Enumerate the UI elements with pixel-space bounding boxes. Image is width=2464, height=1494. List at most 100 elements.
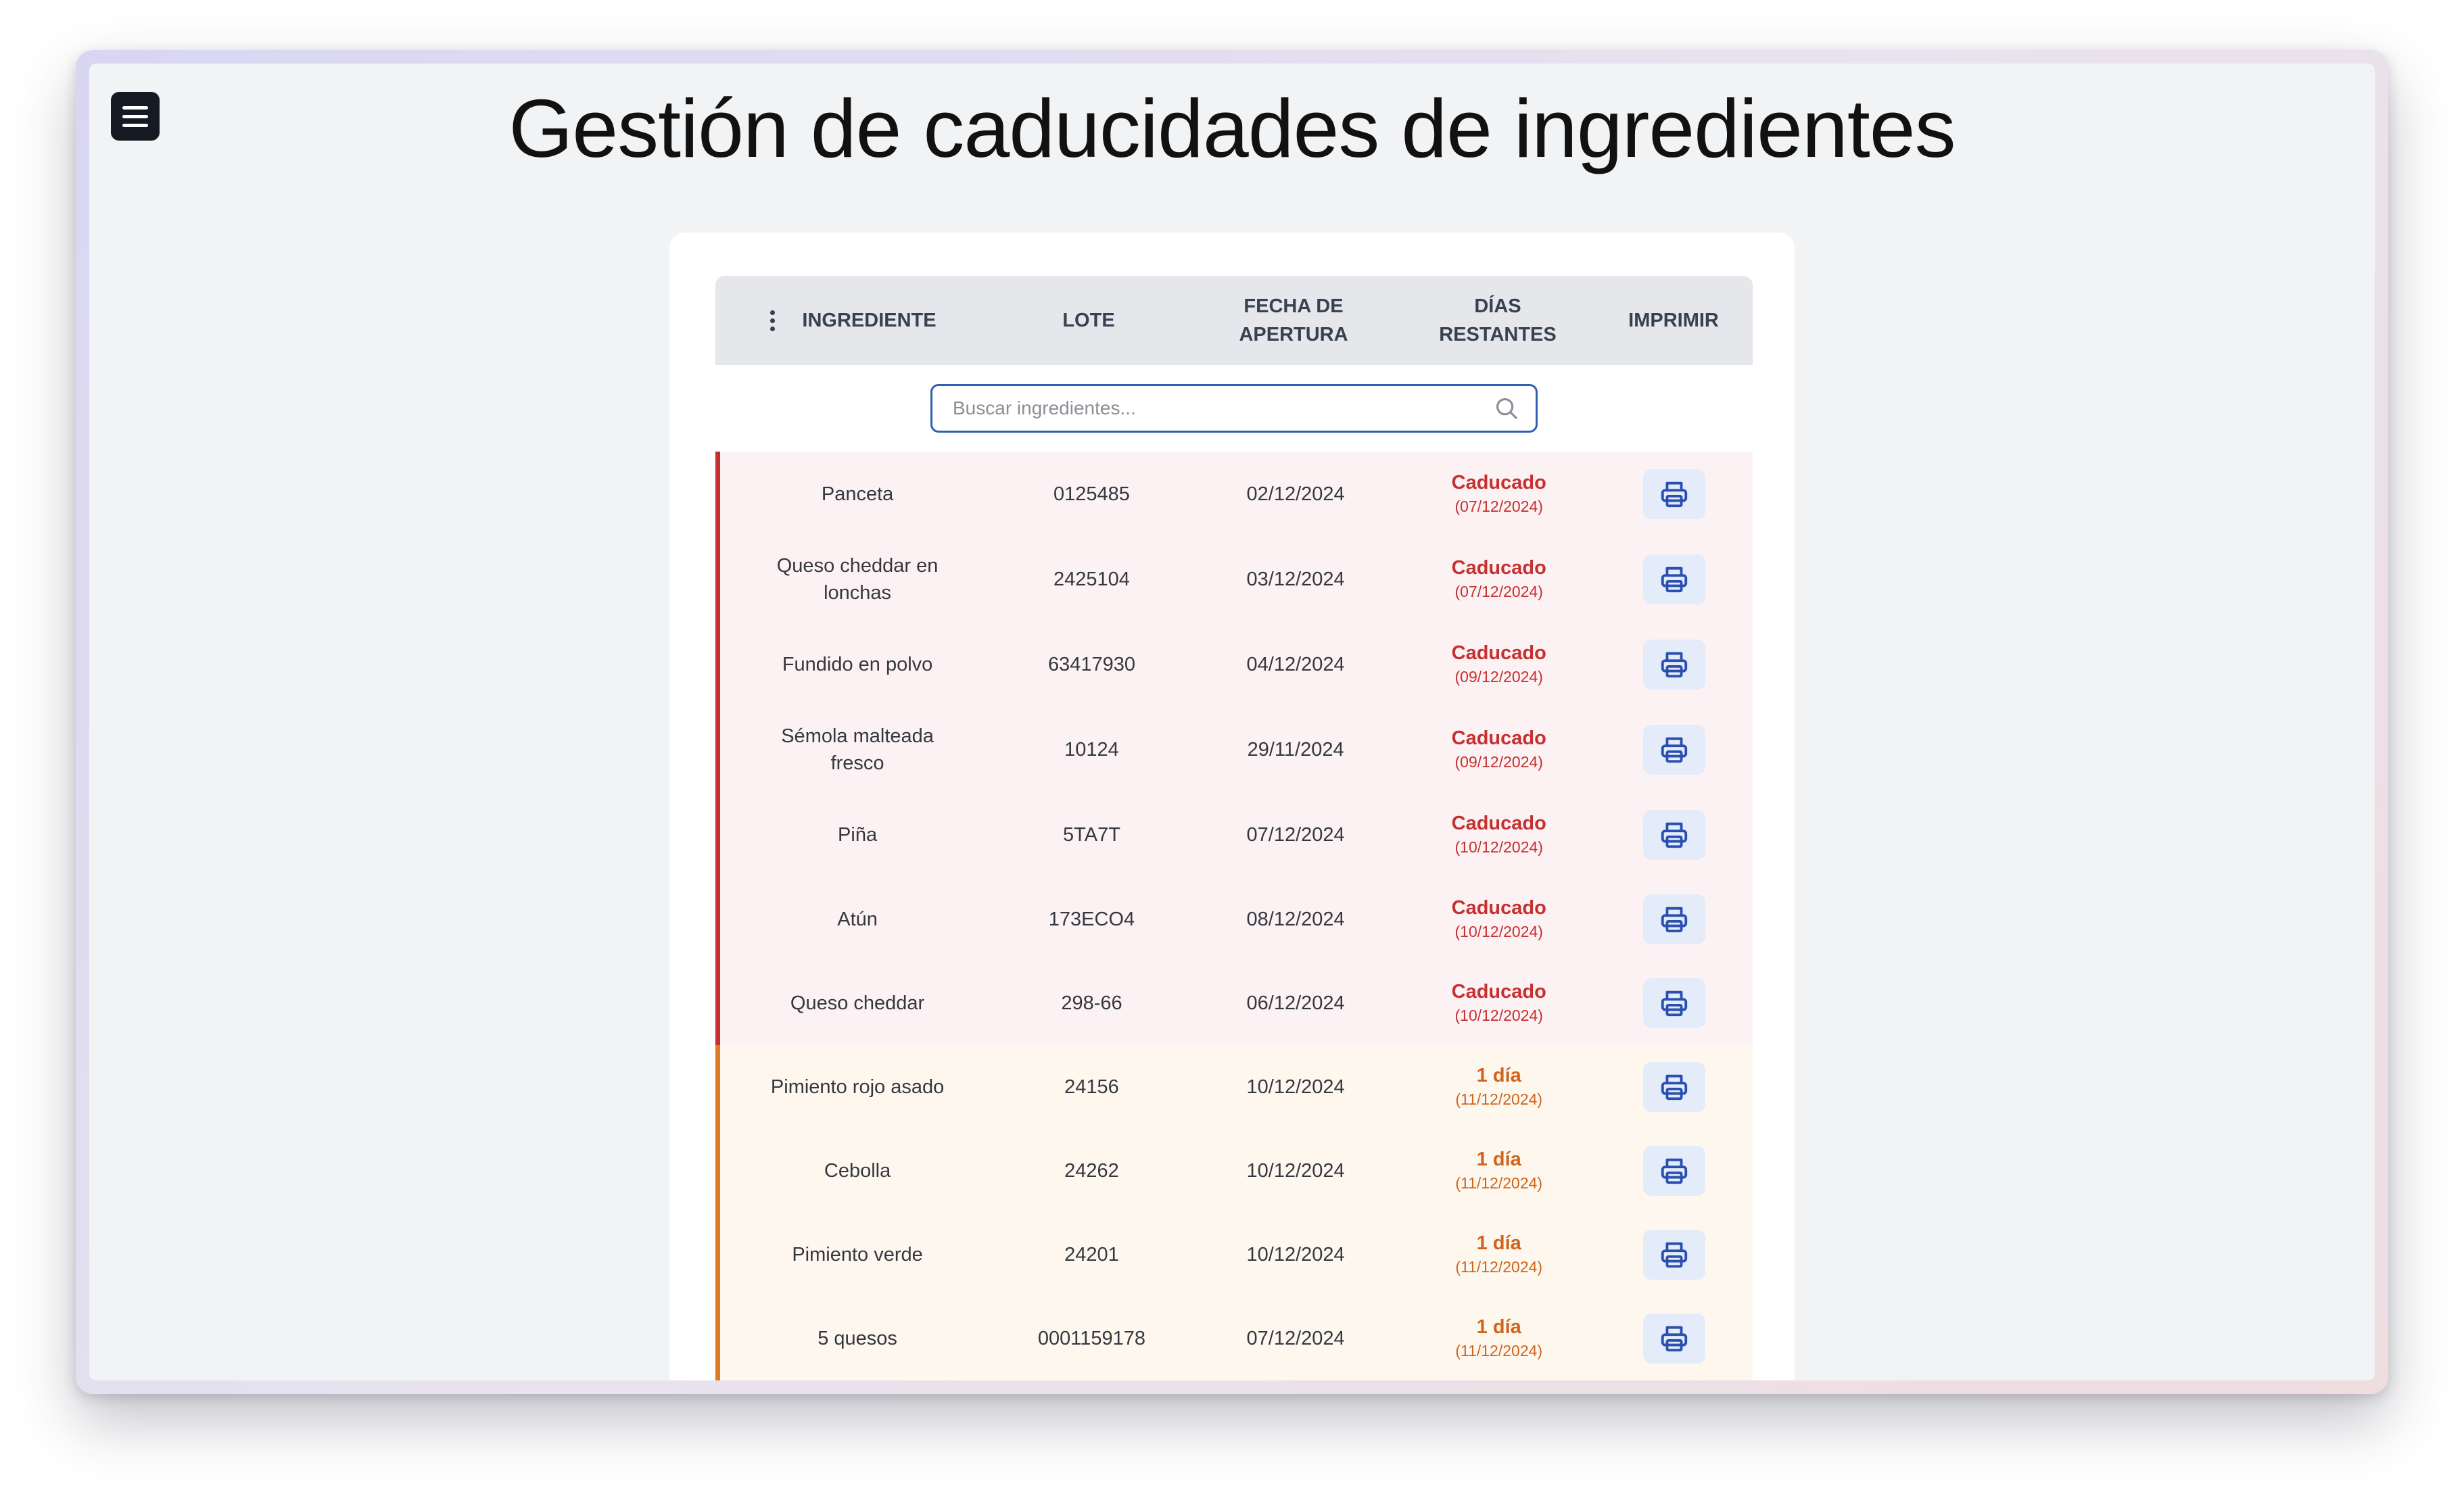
cell-lote: 173ECO4 — [1048, 909, 1135, 930]
cell-ingrediente: Pimiento verde — [720, 1241, 995, 1268]
cell-lote: 10124 — [1064, 739, 1119, 761]
expiry-date: (11/12/2024) — [1455, 1342, 1543, 1359]
cell-fecha-apertura: 29/11/2024 — [1247, 739, 1344, 761]
cell-dias-restantes: 1 día (11/12/2024) — [1402, 1315, 1595, 1362]
cell-fecha-apertura: 02/12/2024 — [1246, 483, 1345, 505]
printer-icon — [1661, 737, 1687, 763]
print-button[interactable] — [1642, 978, 1705, 1028]
cell-ingrediente: Atún — [720, 906, 995, 933]
cell-lote: 298-66 — [1061, 992, 1122, 1014]
cell-fecha-apertura: 08/12/2024 — [1246, 909, 1345, 930]
ingredients-card: INGREDIENTE LOTE FECHA DE APERTURA DÍAS … — [669, 233, 1795, 1380]
cell-ingrediente: 5 quesos — [720, 1325, 995, 1352]
print-button[interactable] — [1642, 1230, 1705, 1280]
printer-icon — [1661, 652, 1687, 678]
ingredient-name: Pimiento verde — [792, 1244, 923, 1266]
table-row: Pimiento rojo asado 24156 10/12/2024 1 día (… — [715, 1045, 1753, 1129]
print-button[interactable] — [1642, 725, 1705, 775]
print-button[interactable] — [1642, 1146, 1705, 1196]
cell-fecha-apertura: 10/12/2024 — [1246, 1244, 1345, 1266]
cell-fecha-apertura: 06/12/2024 — [1246, 992, 1345, 1014]
ingredient-name: Queso cheddar en — [776, 555, 939, 577]
print-button[interactable] — [1642, 894, 1705, 944]
status-label: 1 día — [1476, 1316, 1521, 1338]
cell-lote: 0125485 — [1053, 483, 1130, 505]
expiry-date: (10/12/2024) — [1454, 838, 1543, 856]
cell-fecha-apertura: 07/12/2024 — [1246, 824, 1345, 846]
print-button[interactable] — [1642, 1062, 1705, 1112]
ingredients-table: INGREDIENTE LOTE FECHA DE APERTURA DÍAS … — [715, 276, 1753, 1380]
table-row: Sémola malteada fresco 10124 29/11/2024 Cadu… — [715, 707, 1753, 792]
ingredient-name: 5 quesos — [818, 1328, 897, 1349]
cell-imprimir — [1595, 894, 1753, 944]
ingredient-name-cont: lonchas — [824, 582, 892, 604]
expiry-date: (07/12/2024) — [1454, 583, 1543, 600]
cell-fecha-apertura: 10/12/2024 — [1246, 1160, 1345, 1182]
status-label: Caducado — [1451, 472, 1546, 493]
status-label: Caducado — [1451, 813, 1546, 834]
cell-ingrediente: Queso cheddar en lonchas — [720, 552, 995, 606]
cell-lote: 2425104 — [1053, 569, 1130, 590]
cell-ingrediente: Fundido en polvo — [720, 651, 995, 678]
cell-imprimir — [1595, 469, 1753, 519]
search-input[interactable] — [953, 397, 1494, 419]
cell-lote: 24156 — [1064, 1076, 1119, 1098]
print-button[interactable] — [1642, 554, 1705, 604]
expiry-date: (11/12/2024) — [1455, 1090, 1543, 1108]
printer-icon — [1661, 907, 1687, 933]
cell-dias-restantes: 1 día (11/12/2024) — [1402, 1147, 1595, 1195]
table-row: Queso cheddar 298-66 06/12/2024 Caducado (10… — [715, 961, 1753, 1045]
expiry-date: (09/12/2024) — [1454, 753, 1543, 771]
cell-fecha-apertura: 03/12/2024 — [1246, 569, 1345, 590]
cell-ingrediente: Piña — [720, 821, 995, 848]
print-button[interactable] — [1642, 1314, 1705, 1364]
table-body: Panceta 0125485 02/12/2024 Caducado (07/12/2… — [715, 452, 1753, 1380]
printer-icon — [1661, 1074, 1687, 1101]
status-label: Caducado — [1451, 897, 1546, 919]
column-header-lote: LOTE — [1062, 310, 1115, 331]
cell-imprimir — [1595, 1314, 1753, 1364]
expiry-date: (11/12/2024) — [1455, 1258, 1543, 1276]
expiry-date: (09/12/2024) — [1454, 668, 1543, 685]
printer-icon — [1661, 990, 1687, 1017]
more-vertical-icon[interactable] — [770, 310, 776, 331]
table-row: Pimiento verde 24201 10/12/2024 1 día (11/12… — [715, 1213, 1753, 1297]
ingredient-name: Pimiento rojo asado — [770, 1076, 945, 1098]
printer-icon — [1661, 1242, 1687, 1268]
status-label: Caducado — [1451, 981, 1546, 1003]
search-box — [930, 384, 1538, 433]
app-window: Gestión de caducidades de ingredientes I… — [89, 64, 2375, 1380]
cell-dias-restantes: Caducado (07/12/2024) — [1402, 471, 1595, 518]
cell-lote: 0001159178 — [1037, 1328, 1146, 1349]
ingredient-name: Panceta — [821, 483, 894, 505]
table-row: Piña 5TA7T 07/12/2024 Caducado (10/12/2024) — [715, 792, 1753, 877]
cell-dias-restantes: 1 día (11/12/2024) — [1402, 1063, 1595, 1111]
print-button[interactable] — [1642, 810, 1705, 860]
cell-lote: 63417930 — [1047, 654, 1135, 675]
cell-imprimir — [1595, 1062, 1753, 1112]
column-header-dias-restantes: DÍAS RESTANTES — [1439, 295, 1557, 345]
table-row: Queso cheddar en lonchas 2425104 03/12/2024… — [715, 537, 1753, 622]
printer-icon — [1661, 481, 1687, 508]
ingredient-name: Fundido en polvo — [782, 654, 933, 675]
expiry-date: (11/12/2024) — [1455, 1174, 1543, 1192]
print-button[interactable] — [1642, 640, 1705, 690]
search-icon[interactable] — [1494, 395, 1519, 421]
ingredient-name: Queso cheddar — [790, 992, 925, 1014]
column-header-imprimir: IMPRIMIR — [1628, 310, 1719, 331]
expiry-date: (10/12/2024) — [1454, 923, 1543, 940]
cell-fecha-apertura: 04/12/2024 — [1246, 654, 1345, 675]
print-button[interactable] — [1642, 469, 1705, 519]
cell-dias-restantes: Caducado (09/12/2024) — [1402, 641, 1595, 688]
ingredient-name-cont: fresco — [830, 752, 884, 774]
status-label: 1 día — [1476, 1065, 1521, 1086]
ingredient-name: Sémola malteada — [781, 725, 934, 747]
printer-icon — [1661, 1326, 1687, 1352]
cell-imprimir — [1595, 978, 1753, 1028]
table-row: 5 quesos 0001159178 07/12/2024 1 día (11/12/… — [715, 1297, 1753, 1380]
cell-dias-restantes: Caducado (10/12/2024) — [1402, 896, 1595, 943]
cell-fecha-apertura: 10/12/2024 — [1246, 1076, 1345, 1098]
cell-dias-restantes: 1 día (11/12/2024) — [1402, 1231, 1595, 1278]
cell-ingrediente: Cebolla — [720, 1157, 995, 1184]
status-label: Caducado — [1451, 642, 1546, 664]
